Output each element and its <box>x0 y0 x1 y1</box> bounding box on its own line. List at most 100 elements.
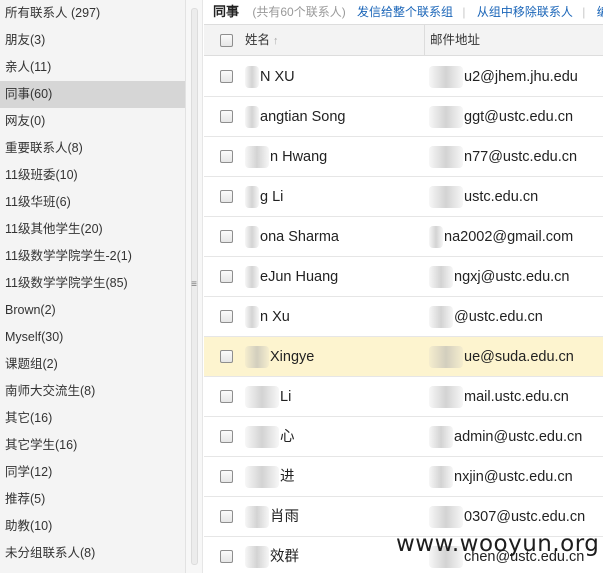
sidebar-group-item[interactable]: 重要联系人(8) <box>0 135 185 162</box>
sidebar-group-item[interactable]: 其它(16) <box>0 405 185 432</box>
contact-row[interactable]: angtian Song ggt@ustc.edu.cn <box>204 97 603 137</box>
contact-email: ggt@ustc.edu.cn <box>464 109 574 125</box>
contact-name-cell[interactable]: N XU <box>245 57 295 97</box>
contact-row[interactable]: eJun Huang ngxj@ustc.edu.cn <box>204 257 603 297</box>
redaction-blur <box>245 226 259 249</box>
sidebar-group-item[interactable]: 推荐(5) <box>0 486 185 513</box>
contact-name-cell[interactable]: Xingye <box>245 337 314 377</box>
sidebar-group-item[interactable]: 课题组(2) <box>0 351 185 378</box>
sidebar-group-item[interactable]: Myself(30) <box>0 324 185 351</box>
redaction-blur <box>429 66 463 89</box>
contact-name-cell[interactable]: g Li <box>245 177 283 217</box>
row-checkbox[interactable] <box>220 270 233 283</box>
sort-ascending-icon[interactable]: ↑ <box>273 35 279 47</box>
redaction-blur <box>429 226 443 249</box>
sidebar-group-item[interactable]: 所有联系人 (297) <box>0 0 185 27</box>
contact-name-cell[interactable]: 效群 <box>245 537 299 573</box>
redaction-blur <box>245 346 269 369</box>
sidebar-group-item[interactable]: 亲人(11) <box>0 54 185 81</box>
contact-email: nxjin@ustc.edu.cn <box>454 469 573 485</box>
watermark-text: www.wooyun.org <box>396 531 600 557</box>
row-checkbox[interactable] <box>220 510 233 523</box>
contact-email-cell[interactable]: ggt@ustc.edu.cn <box>429 97 573 137</box>
redaction-blur <box>245 66 259 89</box>
contact-name-cell[interactable]: 肖雨 <box>245 497 299 537</box>
contact-row[interactable]: 心 admin@ustc.edu.cn <box>204 417 603 457</box>
contact-name-cell[interactable]: ona Sharma <box>245 217 339 257</box>
sidebar-group-item[interactable]: 11级数学学院学生(85) <box>0 270 185 297</box>
contact-row[interactable]: Li mail.ustc.edu.cn <box>204 377 603 417</box>
contact-name-cell[interactable]: angtian Song <box>245 97 345 137</box>
remove-from-group-link[interactable]: 从组中移除联系人 <box>477 5 573 19</box>
select-all-checkbox[interactable] <box>220 34 233 47</box>
contact-name-cell[interactable]: 进 <box>245 457 295 497</box>
contact-name-cell[interactable]: 心 <box>245 417 295 457</box>
row-checkbox[interactable] <box>220 110 233 123</box>
row-checkbox[interactable] <box>220 550 233 563</box>
sidebar-group-item[interactable]: 未分组联系人(8) <box>0 540 185 567</box>
send-to-group-link[interactable]: 发信给整个联系组 <box>357 5 453 19</box>
contact-row[interactable]: N XU u2@jhem.jhu.edu <box>204 57 603 97</box>
contact-email-cell[interactable]: ue@suda.edu.cn <box>429 337 574 377</box>
sidebar-group-item[interactable]: 网友(0) <box>0 108 185 135</box>
contact-email-cell[interactable]: u2@jhem.jhu.edu <box>429 57 578 97</box>
contact-email: u2@jhem.jhu.edu <box>464 69 578 85</box>
sidebar-group-item[interactable]: 11级数学学院学生-2(1) <box>0 243 185 270</box>
contact-name-cell[interactable]: n Xu <box>245 297 290 337</box>
contact-email-cell[interactable]: n77@ustc.edu.cn <box>429 137 577 177</box>
column-header-name[interactable]: 姓名 ↑ <box>245 25 279 55</box>
contact-name: 效群 <box>270 549 299 565</box>
sidebar-group-item[interactable]: 11级华班(6) <box>0 189 185 216</box>
row-checkbox[interactable] <box>220 70 233 83</box>
contact-email-cell[interactable]: mail.ustc.edu.cn <box>429 377 569 417</box>
contact-row[interactable]: g Li ustc.edu.cn <box>204 177 603 217</box>
redaction-blur <box>429 346 463 369</box>
contact-email: 0307@ustc.edu.cn <box>464 509 586 525</box>
contact-row[interactable]: n Hwang n77@ustc.edu.cn <box>204 137 603 177</box>
contact-email-cell[interactable]: nxjin@ustc.edu.cn <box>429 457 573 497</box>
toolbar-separator: | <box>462 5 466 19</box>
contact-email-cell[interactable]: ngxj@ustc.edu.cn <box>429 257 569 297</box>
row-checkbox[interactable] <box>220 150 233 163</box>
redaction-blur <box>245 466 279 489</box>
sidebar-group-item[interactable]: Brown(2) <box>0 297 185 324</box>
row-checkbox[interactable] <box>220 350 233 363</box>
sidebar-group-item[interactable]: 朋友(3) <box>0 27 185 54</box>
redaction-blur <box>429 306 453 329</box>
contact-email-cell[interactable]: ustc.edu.cn <box>429 177 538 217</box>
contact-name-cell[interactable]: n Hwang <box>245 137 327 177</box>
sidebar-group-item[interactable]: 同事(60) <box>0 81 185 108</box>
sidebar-group-item[interactable]: 11级班委(10) <box>0 162 185 189</box>
sidebar-group-item[interactable]: 助教(10) <box>0 513 185 540</box>
contact-row[interactable]: Xingye ue@suda.edu.cn <box>204 337 603 377</box>
sidebar-splitter[interactable]: ≡ <box>186 0 203 573</box>
contact-name-cell[interactable]: eJun Huang <box>245 257 338 297</box>
splitter-grip-icon[interactable]: ≡ <box>190 280 198 290</box>
contact-email: ngxj@ustc.edu.cn <box>454 269 570 285</box>
row-checkbox[interactable] <box>220 190 233 203</box>
row-checkbox[interactable] <box>220 390 233 403</box>
contact-email-cell[interactable]: admin@ustc.edu.cn <box>429 417 582 457</box>
contact-email-cell[interactable]: @ustc.edu.cn <box>429 297 543 337</box>
edit-link[interactable]: 编辑 <box>597 5 603 19</box>
sidebar-group-item[interactable]: 其它学生(16) <box>0 432 185 459</box>
contacts-window: 所有联系人 (297) 朋友(3) 亲人(11) 同事(60) 网友(0) 重要联系人(8… <box>0 0 603 573</box>
contact-name-cell[interactable]: Li <box>245 377 291 417</box>
row-checkbox[interactable] <box>220 430 233 443</box>
row-checkbox[interactable] <box>220 310 233 323</box>
contact-name: N XU <box>260 69 295 85</box>
column-header-email[interactable]: 邮件地址 <box>424 25 603 55</box>
contact-email: @ustc.edu.cn <box>454 309 543 325</box>
row-checkbox[interactable] <box>220 470 233 483</box>
sidebar-group-item[interactable]: 南师大交流生(8) <box>0 378 185 405</box>
contact-row[interactable]: n Xu @ustc.edu.cn <box>204 297 603 337</box>
row-checkbox[interactable] <box>220 230 233 243</box>
contact-row[interactable]: ona Sharma na2002@gmail.com <box>204 217 603 257</box>
contact-row[interactable]: 进 nxjin@ustc.edu.cn <box>204 457 603 497</box>
contact-name: n Hwang <box>270 149 328 165</box>
contact-email-cell[interactable]: na2002@gmail.com <box>429 217 573 257</box>
sidebar-group-item[interactable]: 同学(12) <box>0 459 185 486</box>
redaction-blur <box>245 186 259 209</box>
table-header: 姓名 ↑ 邮件地址 <box>204 24 603 56</box>
sidebar-group-item[interactable]: 11级其他学生(20) <box>0 216 185 243</box>
